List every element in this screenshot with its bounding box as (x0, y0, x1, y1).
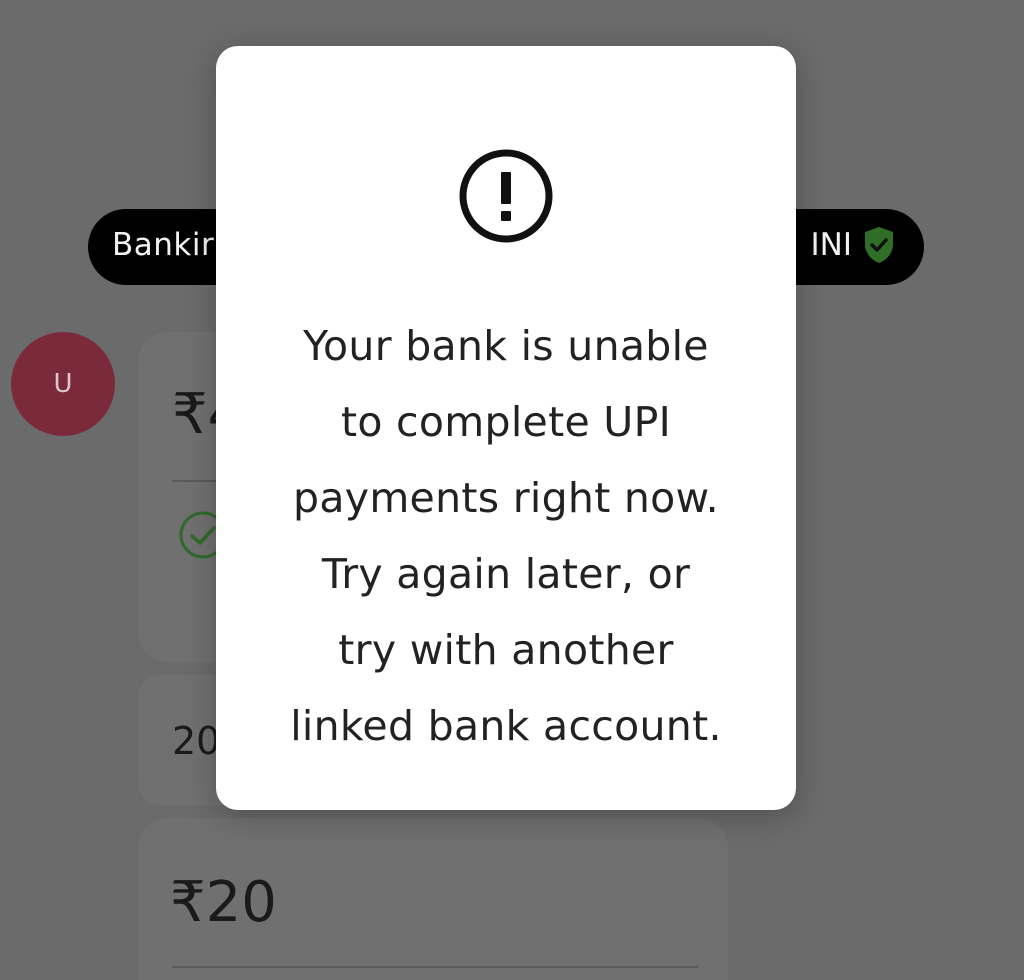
card-divider (172, 966, 698, 968)
exclamation-circle-icon (459, 149, 553, 243)
transaction-card[interactable]: ₹20 (138, 818, 728, 980)
error-message-line: Your bank is unable (303, 322, 709, 370)
error-message-line: Try again later, or (321, 550, 691, 598)
error-message-line: try with another (338, 626, 674, 674)
transaction-date: 20 (172, 719, 221, 763)
avatar-initial: U (53, 369, 73, 399)
verified-name: INI (811, 225, 896, 265)
verified-name-label: INI (810, 227, 852, 263)
transaction-amount: ₹20 (170, 870, 277, 935)
screen: Bankir INI U ₹4 20 ₹20 Your bank is unab… (0, 0, 1024, 980)
error-message-line: to complete UPI (340, 398, 672, 446)
error-message-line: payments right now. (293, 474, 719, 522)
error-message: Your bank is unable to complete UPI paym… (246, 308, 766, 764)
error-message-line: linked bank account. (290, 702, 722, 750)
shield-check-icon (865, 227, 893, 263)
banking-name-label: Bankir (112, 227, 215, 263)
avatar[interactable]: U (11, 332, 115, 436)
error-dialog: Your bank is unable to complete UPI paym… (216, 46, 796, 810)
